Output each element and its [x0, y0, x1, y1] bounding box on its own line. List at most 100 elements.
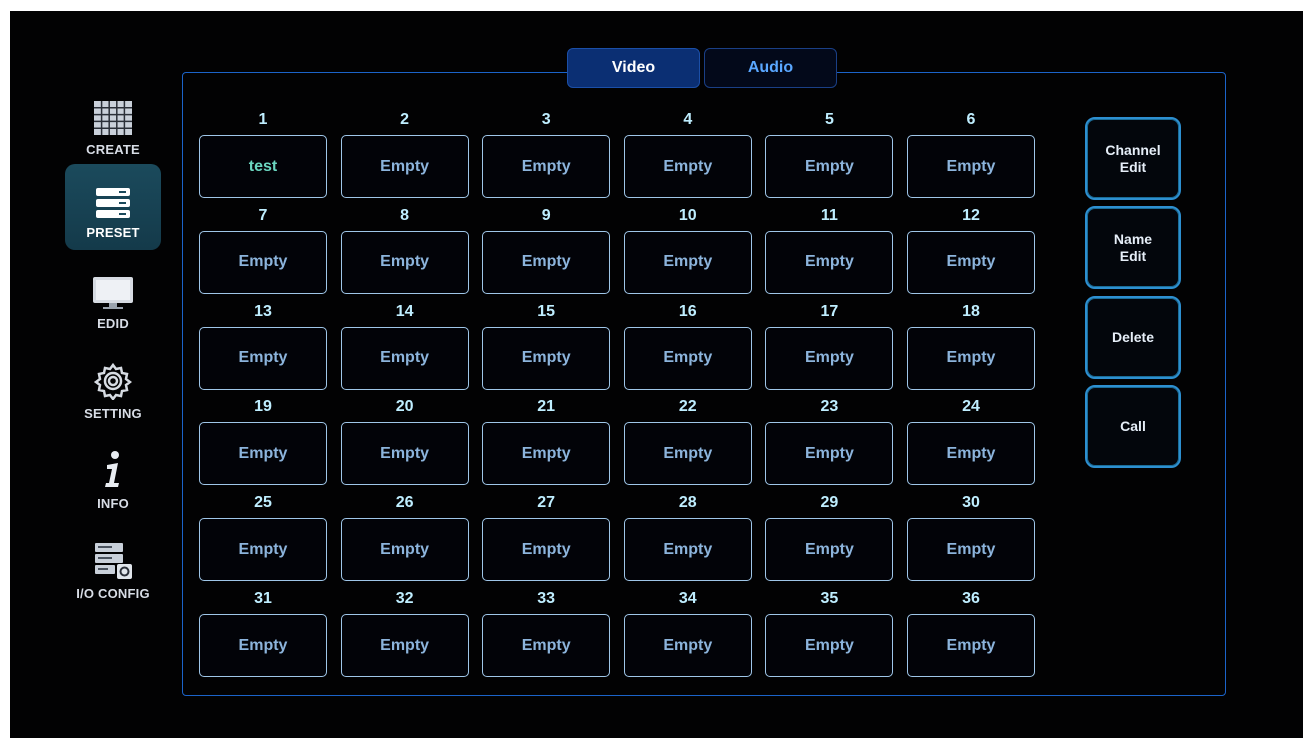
preset-button[interactable]: Empty	[765, 422, 894, 486]
preset-button[interactable]: Empty	[482, 614, 611, 677]
preset-button[interactable]: Empty	[765, 135, 894, 198]
preset-button[interactable]: Empty	[907, 422, 1035, 486]
preset-number: 26	[395, 494, 414, 512]
sidebar-item-label: EDID	[97, 316, 129, 331]
preset-number: 3	[541, 111, 551, 128]
preset-button[interactable]: Empty	[199, 614, 327, 677]
preset-number: 18	[962, 302, 980, 320]
call-button[interactable]: Call	[1085, 385, 1181, 468]
preset-number: 35	[820, 590, 839, 607]
preset-number: 32	[395, 590, 414, 607]
preset-number: 21	[537, 398, 556, 416]
preset-button[interactable]: Empty	[623, 326, 752, 390]
preset-button[interactable]: Empty	[623, 230, 752, 294]
preset-number: 17	[820, 302, 839, 320]
preset-number: 31	[254, 590, 272, 607]
preset-button[interactable]: Empty	[340, 614, 469, 677]
sidebar-item-create[interactable]: CREATE	[65, 81, 161, 167]
preset-button[interactable]: Empty	[907, 326, 1035, 390]
preset-cell: 6 Empty	[907, 111, 1035, 198]
preset-cell: 12 Empty	[907, 207, 1035, 294]
preset-number: 23	[820, 398, 839, 416]
preset-cell: 14 Empty	[340, 302, 469, 390]
preset-button[interactable]: Empty	[482, 135, 611, 198]
preset-button[interactable]: Empty	[765, 230, 894, 294]
sidebar-item-preset[interactable]: PRESET	[65, 164, 161, 250]
preset-cell: 26 Empty	[340, 494, 469, 582]
preset-button[interactable]: Empty	[623, 135, 752, 198]
preset-cell: 13 Empty	[199, 303, 327, 390]
preset-number: 1	[258, 111, 268, 128]
preset-number: 29	[820, 494, 839, 512]
channel-edit-button[interactable]: Channel Edit	[1085, 117, 1181, 200]
preset-cell: 35 Empty	[765, 590, 894, 677]
preset-cell: 15 Empty	[482, 302, 611, 390]
preset-button[interactable]: test	[199, 135, 327, 198]
preset-button[interactable]: Empty	[907, 614, 1035, 677]
info-icon	[101, 450, 125, 490]
sidebar-item-edid[interactable]: EDID	[65, 255, 161, 341]
preset-number: 22	[678, 398, 697, 416]
preset-cell: 22 Empty	[623, 398, 752, 486]
preset-number: 11	[820, 206, 838, 224]
preset-button[interactable]: Empty	[765, 614, 894, 677]
preset-button[interactable]: Empty	[482, 518, 611, 582]
preset-button[interactable]: Empty	[907, 135, 1035, 198]
preset-button[interactable]: Empty	[340, 326, 469, 390]
preset-number: 10	[678, 206, 697, 224]
preset-cell: 28 Empty	[623, 494, 752, 582]
preset-button[interactable]: Empty	[199, 326, 327, 390]
preset-button[interactable]: Empty	[199, 422, 327, 486]
preset-cell: 20 Empty	[340, 398, 469, 486]
preset-cell: 4 Empty	[623, 111, 752, 198]
name-edit-button[interactable]: Name Edit	[1085, 206, 1181, 289]
preset-number: 15	[537, 302, 556, 320]
preset-button[interactable]: Empty	[482, 422, 611, 486]
preset-cell: 1 test	[199, 111, 327, 198]
preset-number: 33	[537, 590, 556, 607]
preset-button[interactable]: Empty	[340, 230, 469, 294]
preset-number: 19	[254, 398, 272, 416]
preset-number: 5	[824, 111, 834, 128]
preset-button[interactable]: Empty	[340, 518, 469, 582]
preset-button[interactable]: Empty	[765, 326, 894, 390]
preset-button[interactable]: Empty	[623, 518, 752, 582]
preset-number: 36	[962, 590, 980, 607]
preset-button[interactable]: Empty	[623, 422, 752, 486]
sidebar-item-io-config[interactable]: I/O CONFIG	[65, 525, 161, 611]
preset-cell: 33 Empty	[482, 590, 611, 677]
sidebar: CREATE PRESET EDID SETTING INFO I/O CONF…	[10, 11, 161, 738]
tab-video[interactable]: Video	[567, 48, 700, 88]
preset-cell: 3 Empty	[482, 111, 611, 198]
preset-button[interactable]: Empty	[340, 135, 469, 198]
preset-cell: 25 Empty	[199, 494, 327, 582]
preset-button[interactable]: Empty	[907, 518, 1035, 582]
gear-icon	[94, 362, 132, 400]
preset-cell: 11 Empty	[765, 206, 894, 294]
sidebar-item-info[interactable]: INFO	[65, 435, 161, 521]
sidebar-item-label: PRESET	[86, 225, 140, 240]
preset-button[interactable]: Empty	[199, 518, 327, 582]
preset-number: 28	[678, 494, 697, 512]
preset-button[interactable]: Empty	[623, 614, 752, 677]
delete-button[interactable]: Delete	[1085, 296, 1181, 379]
preset-button[interactable]: Empty	[482, 326, 611, 390]
tab-bar: Video Audio	[567, 48, 837, 90]
preset-cell: 31 Empty	[199, 590, 327, 677]
preset-button[interactable]: Empty	[482, 230, 611, 294]
preset-button[interactable]: Empty	[199, 230, 327, 294]
sidebar-item-setting[interactable]: SETTING	[65, 345, 161, 431]
preset-button[interactable]: Empty	[340, 422, 469, 486]
sidebar-item-label: INFO	[97, 496, 129, 511]
tab-audio[interactable]: Audio	[704, 48, 837, 88]
preset-number: 20	[395, 398, 414, 416]
preset-cell: 24 Empty	[907, 398, 1035, 486]
preset-cell: 7 Empty	[199, 207, 327, 294]
preset-number: 14	[395, 302, 414, 320]
preset-number: 9	[541, 206, 551, 224]
grid-icon	[93, 100, 133, 136]
preset-button[interactable]: Empty	[765, 518, 894, 582]
preset-button[interactable]: Empty	[907, 230, 1035, 294]
preset-number: 30	[962, 494, 980, 512]
sidebar-item-label: SETTING	[84, 406, 142, 421]
